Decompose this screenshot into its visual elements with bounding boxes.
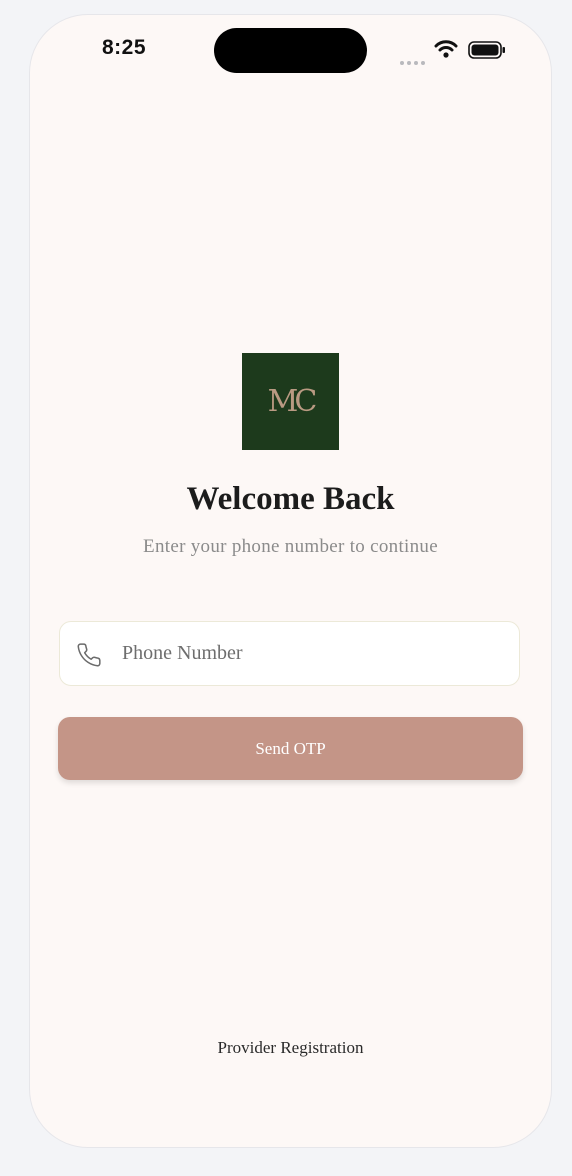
phone-field[interactable] [59, 621, 520, 686]
app-screen: 8:25 MC Welcome Back Enter your phone nu… [30, 15, 551, 1147]
logo-monogram: MC [267, 384, 318, 419]
phone-icon [77, 643, 101, 667]
wifi-icon [434, 40, 458, 58]
provider-registration-link[interactable]: Provider Registration [30, 1038, 551, 1058]
send-otp-button[interactable]: Send OTP [58, 717, 523, 780]
phone-number-input[interactable] [120, 622, 512, 685]
cellular-dots-icon [400, 52, 428, 70]
brand-logo: MC [242, 353, 339, 450]
battery-icon [468, 41, 505, 59]
dynamic-island [214, 28, 367, 73]
page-subtitle: Enter your phone number to continue [143, 536, 438, 557]
status-time: 8:25 [102, 36, 147, 59]
status-icons [400, 39, 510, 65]
page-title: Welcome Back [186, 481, 395, 517]
